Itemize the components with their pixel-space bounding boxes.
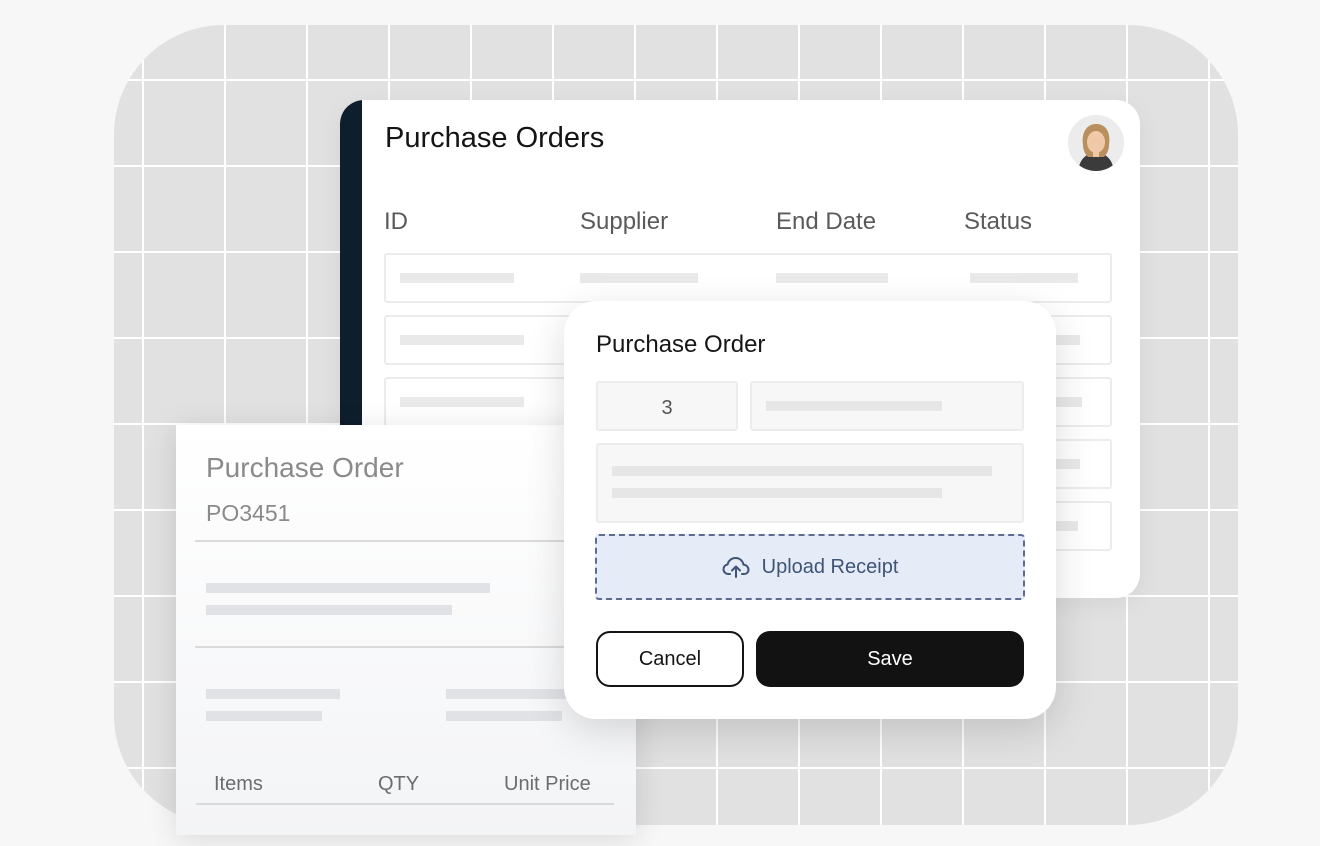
purchase-order-modal: Purchase Order 3 Upload Receipt Cancel S… — [564, 301, 1056, 719]
placeholder-bar — [206, 689, 340, 699]
po-number: PO3451 — [206, 500, 291, 526]
supplier-field[interactable] — [750, 381, 1024, 431]
divider — [195, 540, 615, 542]
document-title: Purchase Order — [206, 452, 404, 483]
placeholder-bar — [446, 711, 562, 721]
modal-title: Purchase Order — [596, 331, 766, 358]
column-qty: QTY — [378, 773, 420, 795]
column-status[interactable]: Status — [964, 208, 1032, 236]
column-unit-price: Unit Price — [504, 773, 591, 795]
column-end-date[interactable]: End Date — [776, 208, 876, 236]
placeholder-bar — [206, 583, 490, 593]
upload-receipt-dropzone[interactable]: Upload Receipt — [595, 534, 1025, 600]
table-row[interactable] — [384, 253, 1112, 303]
quantity-field[interactable]: 3 — [596, 381, 738, 431]
cancel-button[interactable]: Cancel — [596, 631, 744, 687]
placeholder-bar — [446, 689, 576, 699]
placeholder-bar — [612, 466, 992, 476]
column-id[interactable]: ID — [384, 208, 408, 236]
column-supplier[interactable]: Supplier — [580, 208, 668, 236]
notes-field[interactable] — [596, 443, 1024, 523]
page-title: Purchase Orders — [385, 122, 605, 154]
placeholder-bar — [580, 273, 698, 283]
cloud-upload-icon — [722, 557, 750, 578]
user-avatar[interactable] — [1068, 115, 1124, 171]
placeholder-bar — [400, 335, 524, 345]
save-button[interactable]: Save — [756, 631, 1024, 687]
divider — [196, 803, 614, 805]
column-items: Items — [214, 773, 263, 795]
quantity-value: 3 — [661, 397, 673, 419]
placeholder-bar — [206, 711, 322, 721]
placeholder-bar — [400, 397, 524, 407]
upload-receipt-label: Upload Receipt — [761, 555, 899, 578]
placeholder-bar — [970, 273, 1078, 283]
placeholder-bar — [766, 401, 942, 411]
placeholder-bar — [206, 605, 452, 615]
divider — [195, 646, 615, 648]
placeholder-bar — [776, 273, 888, 283]
placeholder-bar — [400, 273, 514, 283]
avatar-icon — [1068, 115, 1124, 171]
placeholder-bar — [612, 488, 942, 498]
